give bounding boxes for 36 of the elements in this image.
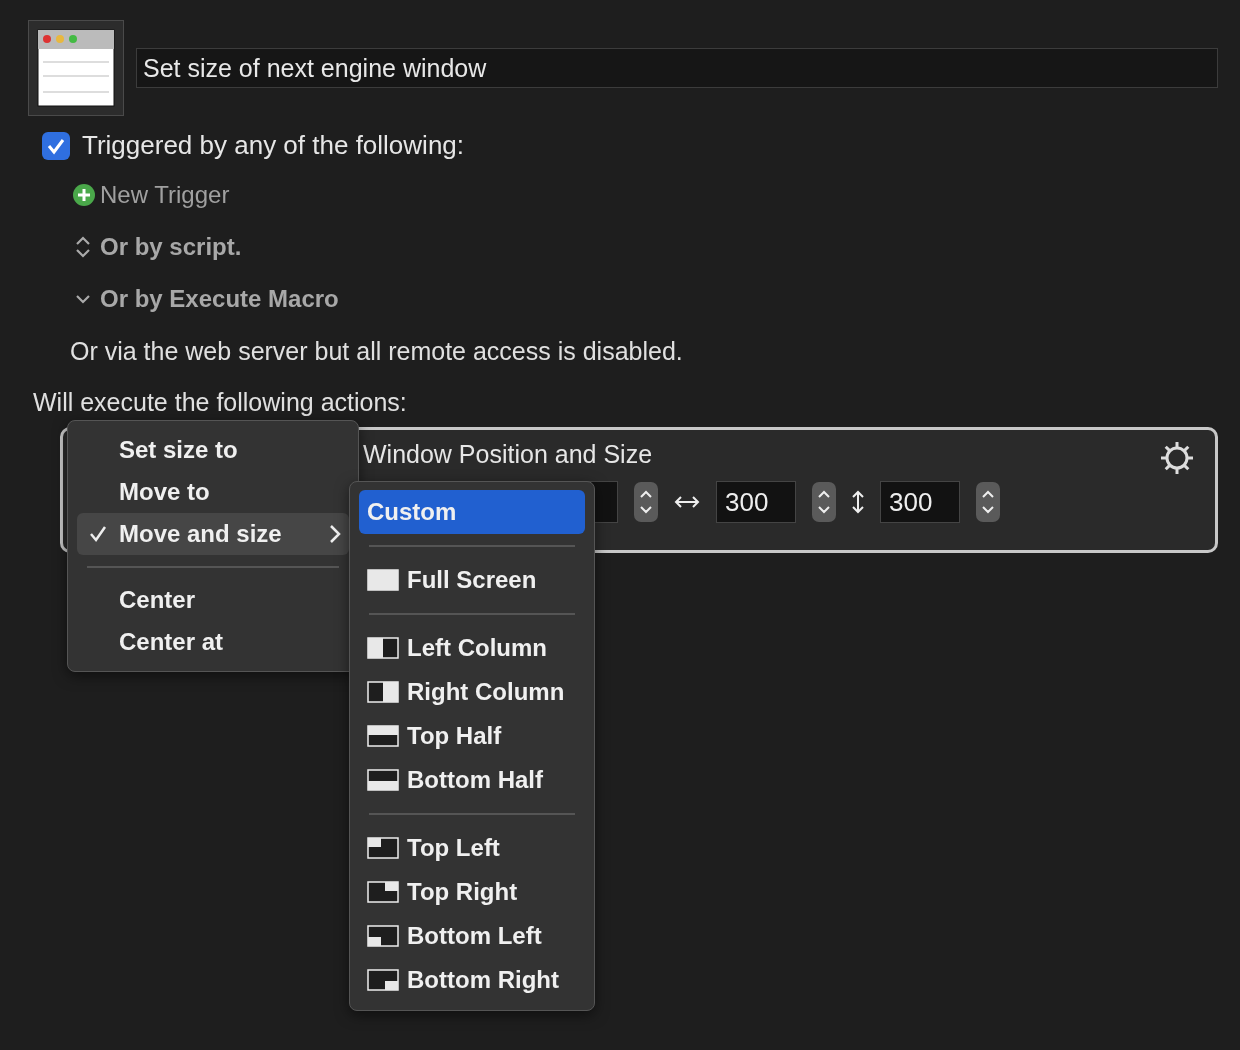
width-field[interactable]: 300	[716, 481, 796, 523]
window-icon[interactable]	[28, 20, 124, 116]
new-trigger-button[interactable]: New Trigger	[72, 181, 230, 209]
macro-name-field[interactable]: Set size of next engine window	[136, 48, 1218, 88]
menu-item[interactable]: Bottom Right	[359, 958, 585, 1002]
trigger-label: Triggered by any of the following:	[82, 130, 465, 161]
menu-item[interactable]: Custom	[359, 490, 585, 534]
menu-item[interactable]: Bottom Left	[359, 914, 585, 958]
menu-item[interactable]: Center at	[77, 621, 349, 663]
menu-item[interactable]: Set size to	[77, 429, 349, 471]
trigger-option[interactable]: Or by Execute Macro	[74, 285, 339, 313]
checkmark-icon	[89, 525, 107, 543]
menu-item[interactable]: Top Left	[359, 826, 585, 870]
stepper[interactable]	[812, 482, 836, 522]
horizontal-arrow-icon	[674, 496, 700, 508]
trigger-checkbox[interactable]	[42, 131, 70, 160]
menu-item[interactable]: Right Column	[359, 670, 585, 714]
chevron-down-icon	[74, 293, 92, 305]
up-down-chevron-icon	[74, 235, 92, 259]
menu-item[interactable]: Full Screen	[359, 558, 585, 602]
menu-item[interactable]: Bottom Half	[359, 758, 585, 802]
action-title: Window Position and Size	[363, 440, 653, 469]
trigger-option[interactable]: Or by script.	[74, 233, 242, 261]
stepper[interactable]	[976, 482, 1000, 522]
actions-heading: Will execute the following actions:	[33, 388, 408, 417]
menu-item[interactable]: Top Half	[359, 714, 585, 758]
plus-icon	[72, 183, 96, 207]
menu-item[interactable]: Move to	[77, 471, 349, 513]
menu-item[interactable]: Top Right	[359, 870, 585, 914]
stepper[interactable]	[634, 482, 658, 522]
height-field[interactable]: 300	[880, 481, 960, 523]
vertical-arrow-icon	[852, 490, 864, 514]
menu-item[interactable]: Left Column	[359, 626, 585, 670]
menu-item[interactable]: Move and size	[77, 513, 349, 555]
menu-item[interactable]: Center	[77, 579, 349, 621]
web-server-note: Or via the web server but all remote access is disabled.	[70, 337, 684, 366]
